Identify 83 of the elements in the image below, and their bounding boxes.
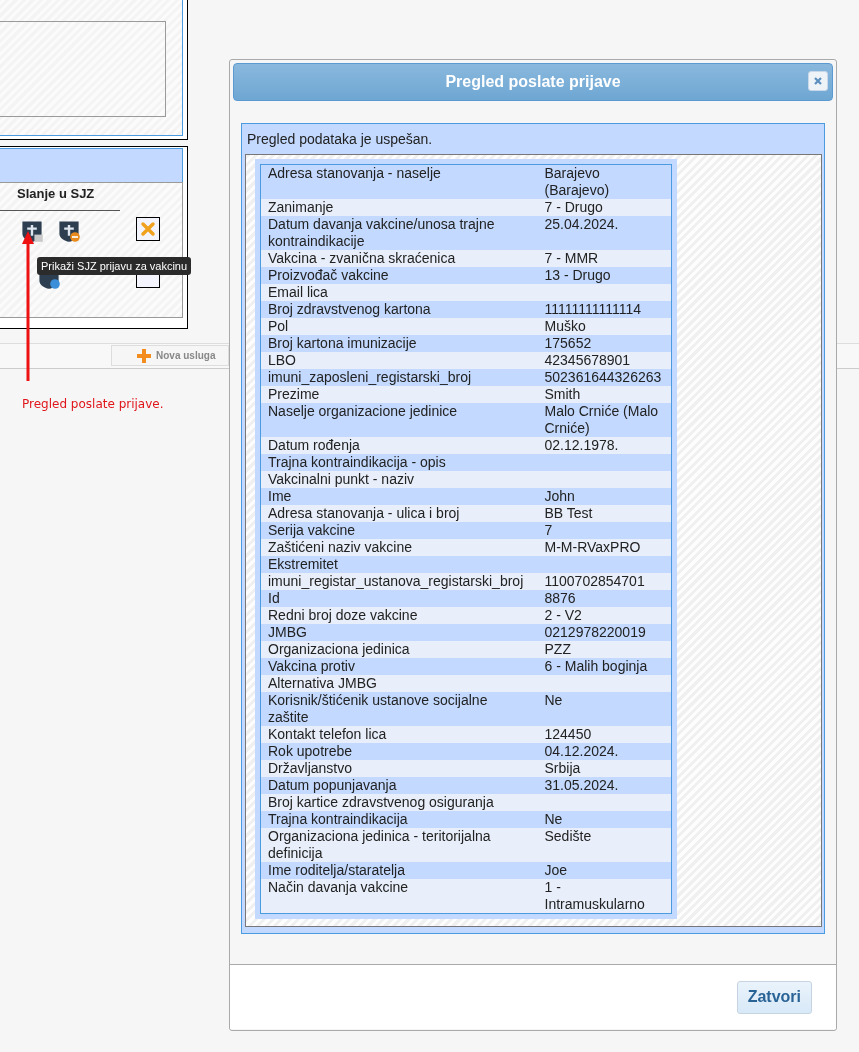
field-label: Adresa stanovanja - ulica i broj — [260, 505, 538, 522]
field-value: 1100702854701 — [537, 573, 672, 590]
field-label: Broj kartona imunizacije — [260, 335, 538, 352]
field-label: Serija vakcine — [260, 522, 538, 539]
field-label: Ime roditelja/staratelja — [260, 862, 538, 879]
field-value: 25.04.2024. — [537, 216, 672, 250]
field-value: Joe — [537, 862, 672, 879]
field-value: 42345678901 — [537, 352, 672, 369]
field-value: Srbija — [537, 760, 672, 777]
dialog-title: Pregled poslate prijave — [445, 73, 621, 91]
field-label: imuni_zaposleni_registarski_broj — [260, 369, 538, 386]
field-label: Email lica — [260, 284, 538, 301]
field-value: Sedište — [537, 828, 672, 862]
field-value: 7 - Drugo — [537, 199, 672, 216]
success-message: Pregled podataka je uspešan. — [247, 131, 433, 147]
field-value: 6 - Malih boginja — [537, 658, 672, 675]
field-value: 7 — [537, 522, 672, 539]
field-value: BB Test — [537, 505, 672, 522]
field-value: Muško — [537, 318, 672, 335]
field-label: Zaštićeni naziv vakcine — [260, 539, 538, 556]
field-label: Zanimanje — [260, 199, 538, 216]
field-value: 124450 — [537, 726, 672, 743]
field-label: JMBG — [260, 624, 538, 641]
field-label: Broj zdravstvenog kartona — [260, 301, 538, 318]
close-button[interactable] — [808, 71, 828, 91]
field-value: 2 - V2 — [537, 607, 672, 624]
field-value: 04.12.2024. — [537, 743, 672, 760]
field-label: LBO — [260, 352, 538, 369]
field-label: Korisnik/štićenik ustanove socijalne zaštite — [260, 692, 538, 726]
field-value: Malo Crniće (Malo Crniće) — [537, 403, 672, 437]
delete-button[interactable] — [136, 217, 160, 241]
field-value: Ne — [537, 811, 672, 828]
field-label: Organizaciona jedinica - teritorijalna definicija — [260, 828, 538, 862]
field-value: 502361644326263 — [537, 369, 672, 386]
field-value: Barajevo (Barajevo) — [537, 164, 672, 199]
field-label: Vakcina - zvanična skraćenica — [260, 250, 538, 267]
column-header: Slanje u SJZ — [17, 186, 95, 201]
field-value: 31.05.2024. — [537, 777, 672, 794]
field-label: Redni broj doze vakcine — [260, 607, 538, 624]
field-label: Alternativa JMBG — [260, 675, 538, 692]
field-label: Prezime — [260, 386, 538, 403]
field-value: Smith — [537, 386, 672, 403]
field-label: Proizvođač vakcine — [260, 267, 538, 284]
field-label: Vakcinalni punkt - naziv — [260, 471, 538, 488]
field-label: Trajna kontraindikacija - opis — [260, 454, 538, 471]
field-label: Naselje organizacione jedinice — [260, 403, 538, 437]
field-value: 0212978220019 — [537, 624, 672, 641]
close-dialog-button[interactable]: Zatvori — [736, 980, 812, 1014]
field-value: 02.12.1978. — [537, 437, 672, 454]
plus-icon — [136, 347, 152, 364]
field-value: 7 - MMR — [537, 250, 672, 267]
field-label: Ekstremitet — [260, 556, 538, 573]
field-label: Kontakt telefon lica — [260, 726, 538, 743]
field-label: Državljanstvo — [260, 760, 538, 777]
field-value: 11111111111114 — [537, 301, 672, 318]
tooltip: Prikaži SJZ prijavu za vakcinu — [37, 257, 192, 275]
field-value: John — [537, 488, 672, 505]
shield-icon[interactable] — [57, 219, 81, 243]
field-label: Rok upotrebe — [260, 743, 538, 760]
field-label: Način davanja vakcine — [260, 879, 538, 914]
field-value: 175652 — [537, 335, 672, 352]
close-icon — [813, 76, 823, 86]
field-value: M-M-RVaxPRO — [537, 539, 672, 556]
field-value: PZZ — [537, 641, 672, 658]
field-label: Ime — [260, 488, 538, 505]
field-value: Ne — [537, 692, 672, 726]
field-label: Datum rođenja — [260, 437, 538, 454]
field-label: Trajna kontraindikacija — [260, 811, 538, 828]
field-label: Broj kartice zdravstvenog osiguranja — [260, 794, 538, 811]
field-label: Id — [260, 590, 538, 607]
field-label: Datum popunjavanja — [260, 777, 538, 794]
field-value: 8876 — [537, 590, 672, 607]
field-value: 13 - Drugo — [537, 267, 672, 284]
field-label: Adresa stanovanja - naselje — [260, 164, 538, 199]
field-label: Organizaciona jedinica — [260, 641, 538, 658]
field-label: Pol — [260, 318, 538, 335]
field-label: imuni_registar_ustanova_registarski_broj — [260, 573, 538, 590]
annotation-text: Pregled poslate prijave. — [22, 397, 164, 411]
field-value: 1 - Intramuskularno — [537, 879, 672, 914]
field-label: Vakcina protiv — [260, 658, 538, 675]
cross-icon — [140, 221, 156, 237]
new-service-button[interactable]: Nova usluga — [111, 345, 229, 366]
field-label: Datum davanja vakcine/unosa trajne kontraindikacije — [260, 216, 538, 250]
